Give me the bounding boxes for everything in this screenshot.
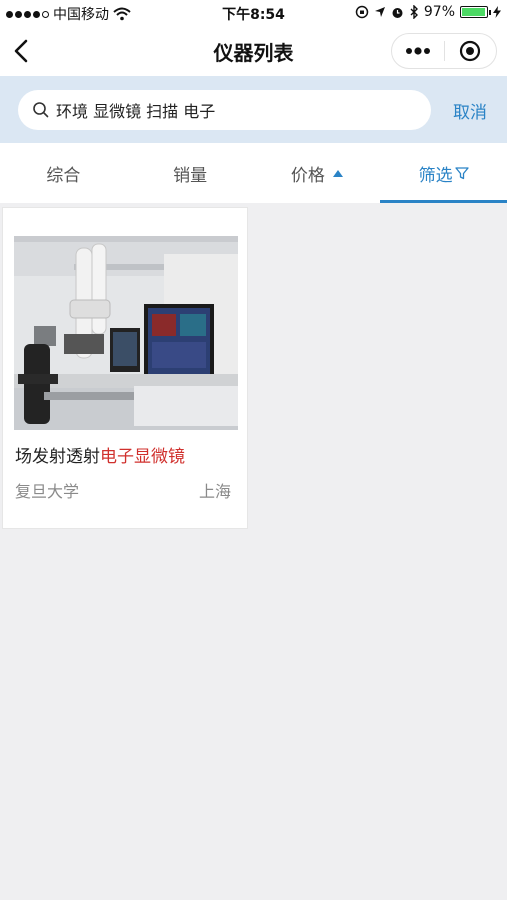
results-grid: 场发射透射电子显微镜 复旦大学 上海 xyxy=(0,203,507,529)
orientation-lock-icon xyxy=(355,5,369,19)
battery-percent: 97% xyxy=(423,4,455,20)
sort-up-icon xyxy=(332,169,343,177)
tab-label: 综合 xyxy=(46,165,81,186)
instrument-photo xyxy=(14,224,238,430)
battery-icon xyxy=(460,6,491,18)
search-input[interactable]: 环境 显微镜 扫描 电子 xyxy=(18,90,431,130)
nav-bar: 仪器列表 xyxy=(0,26,507,76)
filter-icon xyxy=(454,167,469,180)
tab-price[interactable]: 价格 xyxy=(254,143,381,203)
more-button[interactable] xyxy=(392,34,444,68)
cancel-button[interactable]: 取消 xyxy=(453,98,487,123)
tab-label: 价格 xyxy=(290,165,325,186)
location-icon xyxy=(374,7,385,17)
more-dots-icon xyxy=(405,47,430,55)
alarm-icon xyxy=(392,7,403,18)
tab-label: 筛选 xyxy=(418,165,453,186)
mini-program-capsule xyxy=(391,33,497,69)
search-query: 环境 显微镜 扫描 电子 xyxy=(56,102,216,121)
instrument-title: 场发射透射电子显微镜 xyxy=(15,442,185,467)
bluetooth-icon xyxy=(410,5,418,19)
instrument-city: 上海 xyxy=(198,482,231,501)
tab-overall[interactable]: 综合 xyxy=(0,143,127,203)
instrument-card[interactable]: 场发射透射电子显微镜 复旦大学 上海 xyxy=(2,207,248,529)
search-bar: 环境 显微镜 扫描 电子 取消 xyxy=(0,76,507,143)
search-icon xyxy=(33,102,49,118)
sort-tabs: 综合 销量 价格 筛选 xyxy=(0,143,507,203)
status-right: 97% xyxy=(355,4,501,20)
tab-label: 销量 xyxy=(173,165,208,186)
instrument-organization: 复旦大学 xyxy=(15,482,80,501)
tab-filter[interactable]: 筛选 xyxy=(380,143,507,203)
title-prefix: 场发射透射 xyxy=(15,447,100,467)
close-button[interactable] xyxy=(445,34,497,68)
charging-icon xyxy=(493,6,501,18)
microscope-lab-image xyxy=(14,224,238,430)
title-highlight: 电子显微镜 xyxy=(100,447,185,467)
status-bar: 中国移动 下午8:54 97% xyxy=(0,0,507,26)
tab-sales[interactable]: 销量 xyxy=(127,143,254,203)
target-circle-icon xyxy=(460,40,481,62)
